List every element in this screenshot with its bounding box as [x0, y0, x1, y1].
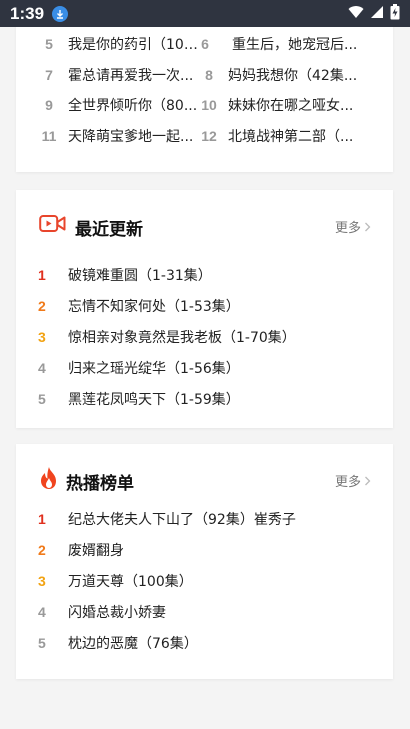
more-button[interactable]: 更多 [335, 217, 371, 236]
section-header: 最近更新 更多 [16, 190, 393, 262]
drama-title: 霍总请再爱我一次... [68, 68, 194, 84]
download-icon [52, 5, 69, 22]
list-item[interactable]: 2 废婿翻身 [16, 534, 393, 565]
recommend-item[interactable]: 6 重生后，她宠冠后... [198, 32, 370, 56]
rank-number: 7 [45, 67, 53, 83]
more-label: 更多 [334, 475, 361, 490]
battery-icon [390, 3, 400, 24]
rank-number: 5 [38, 634, 46, 651]
status-time: 1:39 [10, 3, 45, 23]
video-camera-icon [39, 214, 66, 238]
recommend-item[interactable]: 5 我是你的药引（100... [38, 32, 206, 56]
rank-number: 3 [38, 328, 46, 345]
rank-number: 1 [38, 266, 46, 283]
drama-title: 北境战神第二部（... [228, 129, 354, 145]
recommend-item[interactable]: 11 天降萌宝爹地一起... [38, 124, 206, 148]
rank-number: 6 [201, 36, 209, 52]
rank-number: 4 [38, 603, 46, 620]
rank-number: 4 [38, 359, 46, 376]
recommend-card: 5 我是你的药引（100... 6 重生后，她宠冠后... 7 霍总请再爱我一次… [16, 22, 393, 172]
drama-title: 我是你的药引（100... [68, 37, 206, 53]
latest-list: 1 破镜难重圆（1-31集） 2 忘情不知家何处（1-53集） 3 惊相亲对象竟… [16, 259, 393, 414]
wifi-icon [348, 4, 364, 23]
drama-title: 枕边的恶魔（76集） [68, 635, 198, 652]
rank-number: 9 [45, 97, 53, 113]
drama-title: 天降萌宝爹地一起... [68, 129, 194, 145]
list-item[interactable]: 5 枕边的恶魔（76集） [16, 627, 393, 658]
more-label: 更多 [334, 221, 361, 236]
drama-title: 归来之瑶光绽华（1-56集） [68, 360, 240, 377]
latest-updates-card: 最近更新 更多 1 破镜难重圆（1-31集） 2 忘情不知家何处（1-53集） … [16, 190, 393, 428]
drama-title: 废婿翻身 [68, 542, 124, 559]
drama-title: 黑莲花凤鸣天下（1-59集） [68, 391, 240, 408]
section-title: 最近更新 [75, 220, 143, 240]
more-button[interactable]: 更多 [335, 471, 371, 490]
drama-title: 忘情不知家何处（1-53集） [68, 298, 240, 315]
drama-title: 妈妈我想你（42集... [228, 68, 358, 84]
rank-number: 2 [38, 297, 46, 314]
recommend-item[interactable]: 7 霍总请再爱我一次... [38, 63, 206, 87]
hot-ranking-card: 热播榜单 更多 1 纪总大佬夫人下山了（92集）崔秀子 2 废婿翻身 3 万道天… [16, 444, 393, 679]
rank-number: 3 [38, 572, 46, 589]
list-item[interactable]: 2 忘情不知家何处（1-53集） [16, 290, 393, 321]
fire-icon [38, 466, 60, 494]
drama-title: 惊相亲对象竟然是我老板（1-70集） [68, 329, 296, 346]
list-item[interactable]: 4 归来之瑶光绽华（1-56集） [16, 352, 393, 383]
rank-number: 2 [38, 541, 46, 558]
drama-title: 万道天尊（100集） [68, 573, 193, 590]
list-item[interactable]: 3 万道天尊（100集） [16, 565, 393, 596]
list-item[interactable]: 1 纪总大佬夫人下山了（92集）崔秀子 [16, 503, 393, 534]
list-item[interactable]: 3 惊相亲对象竟然是我老板（1-70集） [16, 321, 393, 352]
recommend-item[interactable]: 8 妈妈我想你（42集... [198, 63, 366, 87]
chevron-right-icon [365, 222, 371, 231]
rank-number: 5 [45, 36, 53, 52]
drama-title: 纪总大佬夫人下山了（92集）崔秀子 [68, 511, 296, 528]
drama-title: 破镜难重圆（1-31集） [68, 267, 212, 284]
section-title: 热播榜单 [66, 474, 134, 494]
rank-number: 8 [205, 67, 213, 83]
list-item[interactable]: 4 闪婚总裁小娇妻 [16, 596, 393, 627]
recommend-item[interactable]: 9 全世界倾听你（80... [38, 93, 206, 117]
drama-title: 妹妹你在哪之哑女... [228, 98, 354, 114]
drama-title: 重生后，她宠冠后... [232, 37, 358, 53]
list-item[interactable]: 5 黑莲花凤鸣天下（1-59集） [16, 383, 393, 414]
rank-number: 12 [201, 128, 217, 144]
chevron-right-icon [365, 476, 371, 485]
signal-icon [370, 4, 384, 23]
drama-title: 闪婚总裁小娇妻 [68, 604, 166, 621]
status-bar: 1:39 [0, 0, 410, 27]
recommend-item[interactable]: 12 北境战神第二部（... [198, 124, 366, 148]
rank-number: 1 [38, 510, 46, 527]
rank-number: 5 [38, 390, 46, 407]
recommend-item[interactable]: 10 妹妹你在哪之哑女... [198, 93, 366, 117]
hot-list: 1 纪总大佬夫人下山了（92集）崔秀子 2 废婿翻身 3 万道天尊（100集） … [16, 503, 393, 658]
drama-title: 全世界倾听你（80... [68, 98, 198, 114]
rank-number: 10 [201, 97, 217, 113]
list-item[interactable]: 1 破镜难重圆（1-31集） [16, 259, 393, 290]
rank-number: 11 [41, 128, 57, 144]
